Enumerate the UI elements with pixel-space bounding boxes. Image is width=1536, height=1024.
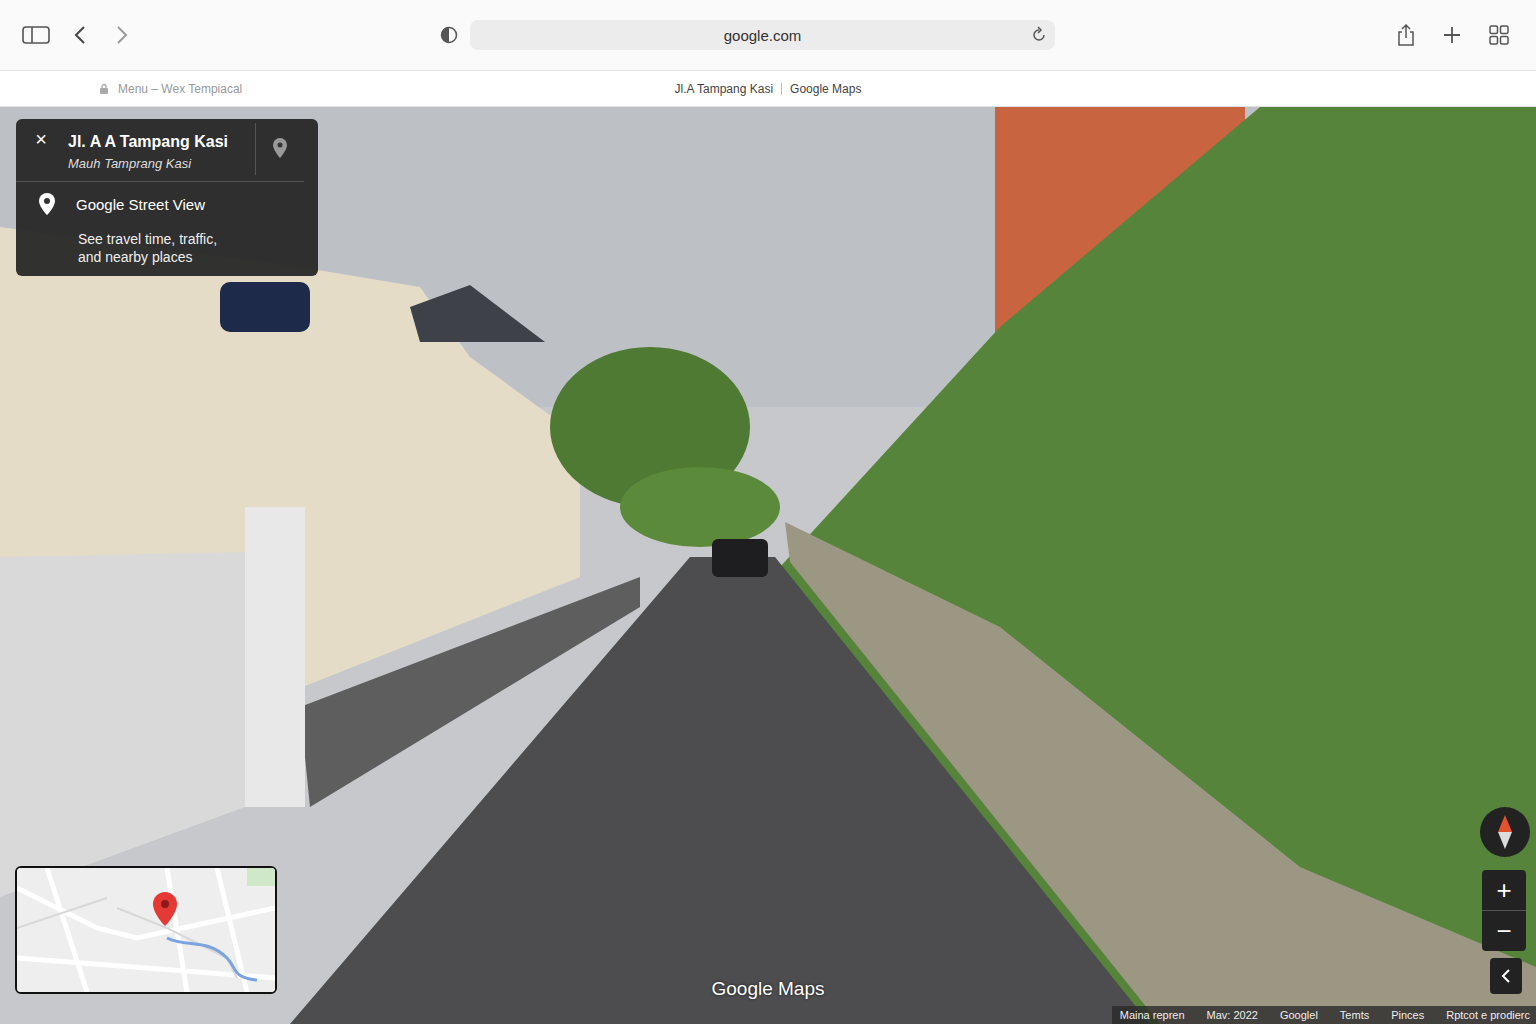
toolbar-left <box>0 25 440 45</box>
tabs-overview-icon[interactable] <box>1488 24 1510 46</box>
url-text: google.com <box>724 27 802 44</box>
attribution-bar: Maina repren Mav: 2022 Googlel Temts Pinces R… <box>1112 1006 1536 1024</box>
street-view-heading: Google Street View <box>38 192 304 216</box>
info-card-header: ×Jl. A A Tampang Kasi Mauh Tamprang Kasi <box>16 119 304 182</box>
footer-item[interactable]: Rptcot e prodierc <box>1446 1009 1530 1021</box>
toolbar-right <box>1055 23 1536 47</box>
place-titles[interactable]: Jl. A A Tampang Kasi Mauh Tamprang Kasi <box>66 119 255 181</box>
sidebar-icon[interactable] <box>22 25 50 45</box>
collapse-button[interactable] <box>1490 958 1522 994</box>
active-tab[interactable]: Jl.A Tampang Kasi Google Maps <box>675 82 862 96</box>
back-icon[interactable] <box>72 25 90 45</box>
tab-title: Jl.A Tampang Kasi <box>675 82 774 96</box>
footer-item[interactable]: Maina repren <box>1120 1009 1185 1021</box>
description-line: and nearby places <box>78 248 304 266</box>
tab-separator <box>781 83 782 95</box>
heading-text: Google Street View <box>76 196 205 213</box>
reload-icon[interactable] <box>1031 26 1047 44</box>
location-pin-icon <box>38 192 56 216</box>
tab-site: Google Maps <box>790 82 861 96</box>
minimap-map[interactable] <box>17 868 275 992</box>
description: See travel time, traffic,and nearby plac… <box>38 216 304 266</box>
footer-item[interactable]: Pinces <box>1391 1009 1424 1021</box>
place-subtitle: Mauh Tamprang Kasi <box>68 156 255 171</box>
pin-icon <box>272 137 288 175</box>
tab-bar: Menu – Wex Tempiacal Jl.A Tampang Kasi Goo… <box>0 70 1536 107</box>
new-tab-icon[interactable] <box>1442 25 1462 45</box>
privacy-icon[interactable] <box>440 26 458 44</box>
toolbar-middle: google.com <box>440 20 1055 50</box>
minimap[interactable] <box>15 866 277 994</box>
street-view[interactable]: ×Jl. A A Tampang Kasi Mauh Tamprang Kasi G… <box>0 107 1536 1024</box>
pin-button[interactable] <box>255 123 304 175</box>
footer-item[interactable]: Temts <box>1340 1009 1369 1021</box>
footer-item[interactable]: Googlel <box>1280 1009 1318 1021</box>
address-bar[interactable]: google.com <box>470 20 1055 50</box>
share-icon[interactable] <box>1396 23 1416 47</box>
chevron-left-icon <box>1500 968 1512 984</box>
browser-toolbar: google.com <box>0 0 1536 70</box>
close-button[interactable]: × <box>16 119 66 181</box>
description-line: See travel time, traffic, <box>78 230 304 248</box>
lock-icon <box>98 83 110 95</box>
compass[interactable] <box>1480 807 1530 857</box>
bookmark-label: Menu – Wex Tempiacal <box>118 82 242 96</box>
zoom-controls: +− <box>1482 870 1526 951</box>
compass-icon <box>1497 815 1513 849</box>
zoom-in-button[interactable]: + <box>1482 870 1526 910</box>
place-title: Jl. A A Tampang Kasi <box>68 133 255 151</box>
google-maps-logo: Google Maps <box>0 978 1536 1000</box>
forward-icon[interactable] <box>112 25 130 45</box>
info-card: ×Jl. A A Tampang Kasi Mauh Tamprang Kasi G… <box>16 119 318 276</box>
bookmark-item[interactable]: Menu – Wex Tempiacal <box>0 82 675 96</box>
info-card-body[interactable]: Google Street View See travel time, traff… <box>16 182 318 276</box>
zoom-out-button[interactable]: − <box>1482 910 1526 951</box>
footer-item[interactable]: Mav: 2022 <box>1207 1009 1258 1021</box>
